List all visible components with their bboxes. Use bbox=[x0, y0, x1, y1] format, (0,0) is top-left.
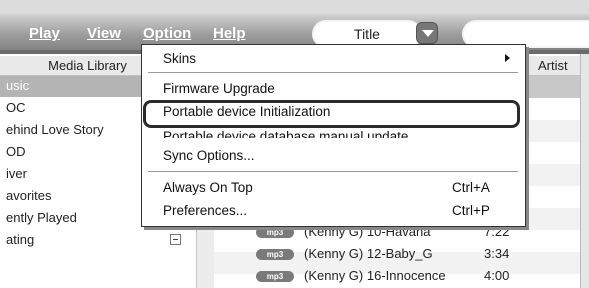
menu-shortcut-ctrl-a: Ctrl+A bbox=[452, 180, 490, 195]
column-artist[interactable]: Artist bbox=[538, 58, 568, 73]
menu-separator bbox=[148, 72, 518, 73]
library-item-favorites[interactable]: avorites bbox=[6, 188, 52, 203]
track-duration: 4:00 bbox=[484, 268, 510, 283]
track-title[interactable]: (Kenny G) 16-Innocence bbox=[304, 268, 446, 283]
scrollbar[interactable] bbox=[580, 54, 589, 288]
library-item-recently-played[interactable]: ently Played bbox=[6, 210, 77, 225]
mp3-badge: mp3 bbox=[256, 271, 294, 282]
library-item-behind-love-story[interactable]: ehind Love Story bbox=[6, 122, 104, 137]
collapse-icon[interactable] bbox=[170, 234, 181, 245]
library-item-river[interactable]: iver bbox=[6, 166, 27, 181]
menu-item-sync-options[interactable]: Sync Options... bbox=[163, 148, 255, 163]
mp3-badge: mp3 bbox=[256, 227, 294, 238]
library-item-rating[interactable]: ating bbox=[6, 232, 34, 247]
library-item-music[interactable]: usic bbox=[6, 78, 29, 93]
track-title[interactable]: (Kenny G) 12-Baby_G bbox=[304, 246, 433, 261]
chevron-down-icon[interactable] bbox=[416, 22, 438, 44]
menu-item-always-on-top[interactable]: Always On Top bbox=[163, 180, 253, 195]
menu-item-preferences[interactable]: Preferences... bbox=[163, 203, 247, 218]
submenu-arrow-icon bbox=[505, 54, 510, 62]
menu-play[interactable]: Play bbox=[29, 25, 60, 42]
window-top-strip bbox=[0, 0, 589, 14]
menu-separator bbox=[148, 171, 518, 172]
library-item-oc[interactable]: OC bbox=[6, 100, 26, 115]
menu-item-skins[interactable]: Skins bbox=[163, 51, 196, 66]
menu-view[interactable]: View bbox=[87, 25, 121, 42]
menu-item-portable-device-initialization[interactable]: Portable device Initialization bbox=[163, 104, 330, 119]
library-item-od[interactable]: OD bbox=[6, 144, 26, 159]
menu-option[interactable]: Option bbox=[143, 25, 191, 42]
mp3-badge: mp3 bbox=[256, 249, 294, 260]
menu-shortcut-ctrl-p: Ctrl+P bbox=[452, 203, 490, 218]
menu-help[interactable]: Help bbox=[213, 25, 246, 42]
menu-item-firmware-upgrade[interactable]: Firmware Upgrade bbox=[163, 81, 275, 96]
menu-item-portable-device-database-update[interactable]: Portable device database manual update bbox=[163, 129, 408, 138]
search-field-label: Title bbox=[354, 26, 380, 42]
track-duration: 3:34 bbox=[484, 246, 510, 261]
